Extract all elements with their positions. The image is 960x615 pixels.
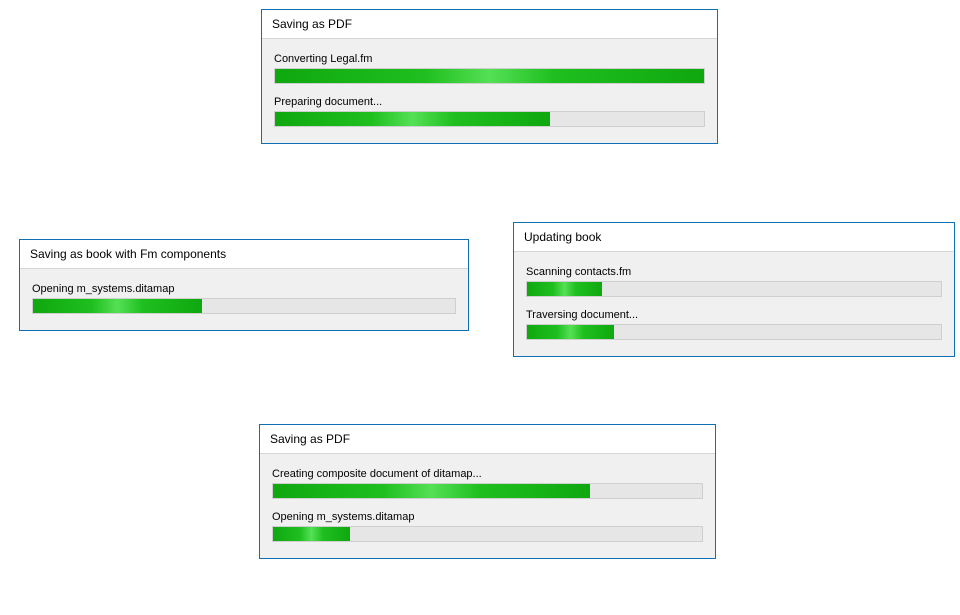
progress-dialog: Saving as PDF Converting Legal.fm Prepar… (261, 9, 718, 144)
progress-fill (275, 69, 704, 83)
task-label: Scanning contacts.fm (526, 266, 942, 278)
task-label: Creating composite document of ditamap..… (272, 468, 703, 480)
progress-bar (274, 68, 705, 84)
dialog-body: Opening m_systems.ditamap (20, 269, 468, 330)
dialog-title: Saving as book with Fm components (20, 240, 468, 269)
task-label: Preparing document... (274, 96, 705, 108)
progress-task: Scanning contacts.fm (526, 266, 942, 297)
progress-task: Creating composite document of ditamap..… (272, 468, 703, 499)
dialog-title: Updating book (514, 223, 954, 252)
progress-bar (526, 281, 942, 297)
progress-bar (526, 324, 942, 340)
progress-fill (275, 112, 550, 126)
dialog-body: Scanning contacts.fm Traversing document… (514, 252, 954, 356)
progress-fill (273, 527, 350, 541)
progress-bar (32, 298, 456, 314)
dialog-body: Converting Legal.fm Preparing document..… (262, 39, 717, 143)
dialog-title: Saving as PDF (260, 425, 715, 454)
task-label: Converting Legal.fm (274, 53, 705, 65)
progress-task: Traversing document... (526, 309, 942, 340)
task-label: Traversing document... (526, 309, 942, 321)
progress-fill (33, 299, 202, 313)
progress-dialog: Saving as book with Fm components Openin… (19, 239, 469, 331)
dialog-body: Creating composite document of ditamap..… (260, 454, 715, 558)
progress-bar (272, 483, 703, 499)
progress-fill (527, 282, 602, 296)
progress-fill (273, 484, 590, 498)
task-label: Opening m_systems.ditamap (32, 283, 456, 295)
progress-task: Opening m_systems.ditamap (32, 283, 456, 314)
dialog-title: Saving as PDF (262, 10, 717, 39)
progress-task: Preparing document... (274, 96, 705, 127)
progress-dialog: Updating book Scanning contacts.fm Trave… (513, 222, 955, 357)
progress-dialog: Saving as PDF Creating composite documen… (259, 424, 716, 559)
task-label: Opening m_systems.ditamap (272, 511, 703, 523)
progress-fill (527, 325, 614, 339)
progress-bar (272, 526, 703, 542)
progress-task: Converting Legal.fm (274, 53, 705, 84)
progress-bar (274, 111, 705, 127)
progress-task: Opening m_systems.ditamap (272, 511, 703, 542)
